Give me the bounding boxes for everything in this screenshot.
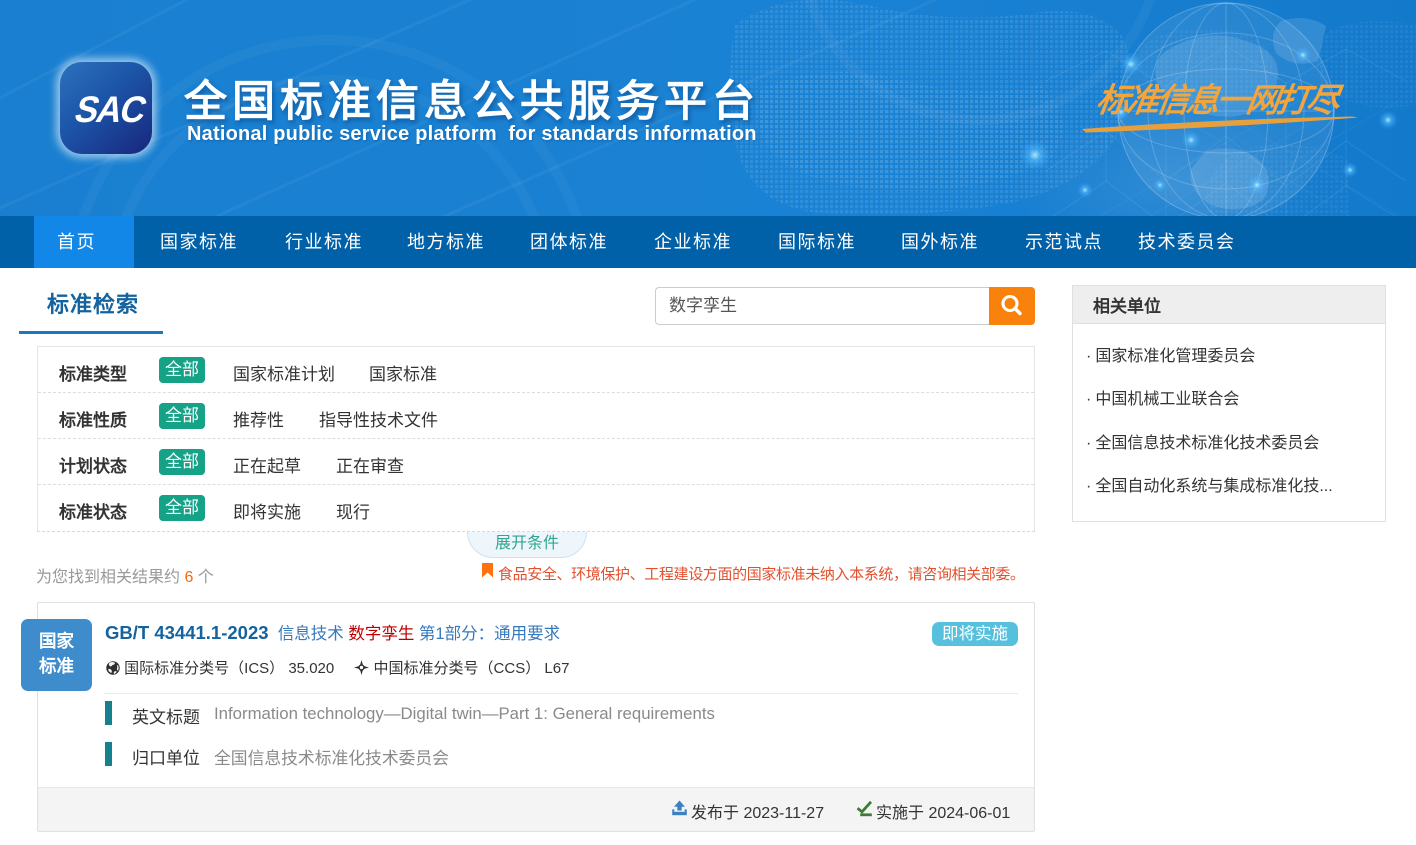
svg-text:SAC: SAC (71, 88, 152, 130)
svg-text:标准信息一网打尽: 标准信息一网打尽 (1094, 83, 1345, 120)
